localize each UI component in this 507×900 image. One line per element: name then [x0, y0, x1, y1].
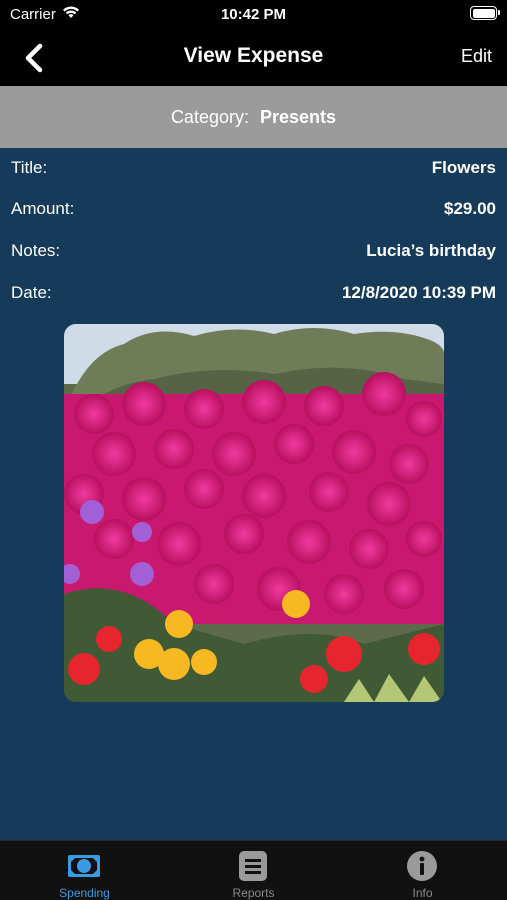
tab-label: Reports	[232, 886, 275, 900]
detail-label: Notes:	[11, 241, 61, 260]
category-value: Presents	[260, 107, 337, 127]
detail-row-notes: Notes: Lucia’s birthday	[0, 237, 507, 265]
detail-label: Amount:	[11, 199, 75, 218]
battery-icon	[470, 6, 500, 20]
status-time: 10:42 PM	[220, 6, 287, 23]
detail-row-title: Title: Flowers	[0, 154, 507, 182]
info-icon	[405, 849, 439, 883]
detail-row-amount: Amount: $29.00	[0, 195, 507, 223]
expense-details: Title: Flowers Amount: $29.00 Notes: Luc…	[0, 148, 507, 840]
detail-value: Lucia’s birthday	[366, 241, 496, 260]
reports-icon	[236, 849, 270, 883]
expense-photo[interactable]	[64, 324, 444, 702]
detail-value: $29.00	[444, 199, 496, 218]
tab-bar: Spending Reports Info	[0, 840, 507, 900]
category-header: Category: Presents	[0, 86, 507, 148]
category-label: Category:	[170, 107, 249, 127]
detail-value: 12/8/2020 10:39 PM	[341, 283, 496, 302]
spending-icon	[67, 849, 101, 883]
detail-value: Flowers	[431, 158, 496, 177]
tab-label: Info	[412, 886, 433, 900]
detail-row-date: Date: 12/8/2020 10:39 PM	[0, 279, 507, 307]
detail-label: Date:	[11, 283, 52, 302]
tab-reports[interactable]: Reports	[169, 841, 338, 900]
navigation-bar: View Expense Edit	[0, 30, 507, 86]
tab-spending[interactable]: Spending	[0, 841, 169, 900]
page-title: View Expense	[183, 44, 324, 67]
edit-button[interactable]: Edit	[461, 46, 492, 67]
status-bar: Carrier 10:42 PM	[0, 0, 507, 30]
tab-info[interactable]: Info	[338, 841, 507, 900]
detail-label: Title:	[11, 158, 48, 177]
tab-label: Spending	[59, 886, 110, 900]
